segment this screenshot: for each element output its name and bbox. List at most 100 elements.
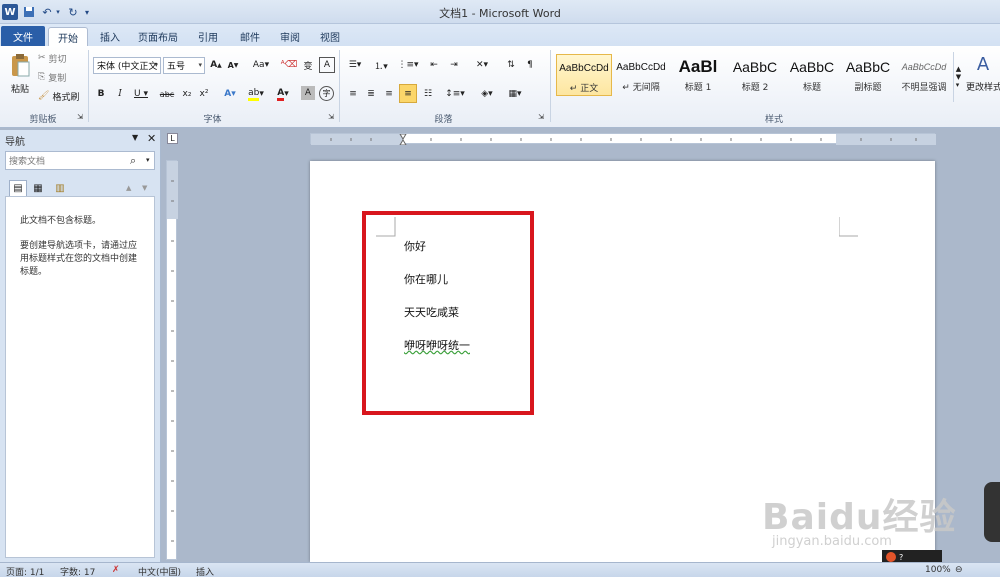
shading-icon[interactable]: ◈▾: [476, 86, 498, 102]
phonetic-guide-icon[interactable]: 变: [300, 57, 316, 73]
align-center-icon[interactable]: ≣: [363, 86, 379, 102]
pages-icon: ▦: [33, 182, 43, 194]
insert-mode[interactable]: 插入: [196, 565, 214, 577]
justify-icon[interactable]: ≡: [399, 84, 417, 103]
numbering-icon[interactable]: ⒈▾: [371, 57, 391, 73]
sort-icon[interactable]: ⇅: [503, 57, 519, 73]
tab-page-layout[interactable]: 页面布局: [134, 27, 182, 46]
nav-menu-icon[interactable]: ▼: [132, 133, 138, 142]
italic-icon[interactable]: I: [114, 86, 126, 102]
results-icon: ▥: [55, 182, 65, 194]
font-launcher-icon[interactable]: ⇲: [327, 112, 335, 122]
cut-button[interactable]: ✂ 剪切: [38, 52, 67, 65]
ime-logo-icon[interactable]: [886, 552, 896, 562]
subscript-icon[interactable]: x₂: [180, 86, 194, 102]
style-subtle-emphasis[interactable]: AaBbCcDd 不明显强调: [896, 54, 952, 96]
font-color-icon[interactable]: A ▾: [272, 86, 294, 102]
enclose-characters-icon[interactable]: 字: [319, 86, 334, 101]
nav-results-panel: 此文档不包含标题。 要创建导航选项卡，请通过应用标题样式在您的文档中创建标题。: [5, 196, 155, 558]
paste-button[interactable]: 粘贴: [6, 82, 34, 95]
shrink-font-icon[interactable]: A ▼: [226, 57, 240, 73]
window-title: 文档1 - Microsoft Word: [439, 7, 561, 20]
chevron-down-icon: ▾: [198, 61, 202, 69]
grow-font-icon[interactable]: A ▲: [209, 57, 223, 73]
copy-button[interactable]: ⎘ 复制: [38, 71, 66, 84]
bold-icon[interactable]: B: [95, 86, 107, 102]
style-normal[interactable]: AaBbCcDd ↵ 正文: [556, 54, 612, 96]
character-shading-icon[interactable]: A: [301, 86, 315, 100]
page-count[interactable]: 页面: 1/1: [6, 565, 44, 577]
style-title[interactable]: AaBbC 标题: [784, 54, 840, 96]
side-widget[interactable]: [984, 482, 1000, 542]
highlight-annotation-box: [362, 211, 534, 415]
close-icon[interactable]: ✕: [147, 132, 156, 145]
change-case-icon[interactable]: Aa▾: [250, 57, 272, 73]
style-heading-2[interactable]: AaBbC 标题 2: [727, 54, 783, 96]
highlight-icon[interactable]: ab ▾: [244, 86, 268, 102]
word-count[interactable]: 字数: 17: [60, 565, 95, 577]
search-options-icon[interactable]: ▾: [146, 156, 150, 164]
headings-icon: ▤: [13, 183, 23, 194]
tab-selector-icon[interactable]: L: [167, 133, 178, 144]
underline-icon[interactable]: U ▾: [131, 86, 151, 102]
chinese-layout-icon[interactable]: ✕▾: [471, 57, 493, 73]
multilevel-list-icon[interactable]: ⋮≡▾: [397, 57, 419, 73]
clear-format-icon[interactable]: ᴬ⌫: [281, 57, 298, 73]
tab-mailings[interactable]: 邮件: [236, 27, 264, 46]
tab-view[interactable]: 视图: [316, 27, 344, 46]
previous-icon[interactable]: ▲: [126, 184, 131, 192]
text-effects-icon[interactable]: A▾: [220, 86, 240, 102]
styles-group-label: 样式: [764, 115, 783, 125]
vertical-ruler[interactable]: [166, 160, 178, 560]
paragraph-launcher-icon[interactable]: ⇲: [537, 112, 545, 122]
font-size-combo[interactable]: 五号 ▾: [163, 57, 205, 74]
tab-headings[interactable]: ▤: [9, 180, 27, 197]
zoom-level[interactable]: 100%: [925, 565, 951, 575]
increase-indent-icon[interactable]: ⇥: [446, 57, 462, 73]
style-heading-1[interactable]: AaBl 标题 1: [670, 54, 726, 96]
tab-insert[interactable]: 插入: [96, 27, 124, 46]
style-no-spacing[interactable]: AaBbCcDd ↵ 无间隔: [613, 54, 669, 96]
ribbon: 粘贴 ✂ 剪切 ⎘ 复制 🖌 格式刷 剪贴板 ⇲ 宋体 (中文正文 ▾ 五号 ▾ A ▲ A…: [0, 46, 1000, 128]
decrease-indent-icon[interactable]: ⇤: [426, 57, 442, 73]
style-subtitle[interactable]: AaBbC 副标题: [840, 54, 896, 96]
tab-pages[interactable]: ▦: [30, 180, 46, 196]
format-painter-button[interactable]: 🖌 格式刷: [38, 90, 79, 103]
change-styles-button[interactable]: 更改样式: [966, 80, 1000, 93]
horizontal-ruler[interactable]: [310, 133, 936, 145]
strikethrough-icon[interactable]: abc: [158, 86, 176, 102]
style-gallery-scroll[interactable]: ▲ ▼ ▾: [953, 52, 963, 102]
nav-empty-message: 此文档不包含标题。: [20, 216, 102, 226]
next-icon[interactable]: ▼: [142, 184, 147, 192]
paste-icon[interactable]: [6, 50, 34, 80]
proofing-icon[interactable]: ✗: [112, 565, 120, 575]
clipboard-launcher-icon[interactable]: ⇲: [76, 112, 84, 122]
navigation-pane: 导航 ▼ ✕ 搜索文档 ⌕ ▾ ▤ ▦ ▥ ▲ ▼ 此文档不包含标题。 要创建导…: [0, 130, 161, 562]
language[interactable]: 中文(中国): [138, 565, 181, 577]
tab-home[interactable]: 开始: [48, 27, 88, 46]
superscript-icon[interactable]: x²: [197, 86, 211, 102]
watermark-brand: Baidu经验: [762, 497, 957, 538]
chevron-down-icon: ▾: [154, 61, 158, 69]
tab-file[interactable]: 文件: [1, 26, 45, 46]
group-divider: [550, 50, 551, 122]
title-bar: W ↶ ▾ ↻ ▾ 文档1 - Microsoft Word: [0, 0, 1000, 24]
font-group-label: 字体: [203, 115, 222, 125]
tab-results[interactable]: ▥: [52, 180, 68, 196]
bullets-icon[interactable]: ☰▾: [345, 57, 365, 73]
zoom-out-icon[interactable]: ⊖: [955, 565, 963, 575]
character-border-icon[interactable]: A: [319, 57, 335, 73]
align-right-icon[interactable]: ≡: [381, 86, 397, 102]
line-spacing-icon[interactable]: ↕≡▾: [444, 86, 466, 102]
borders-icon[interactable]: ▦▾: [504, 86, 526, 102]
tab-references[interactable]: 引用: [194, 27, 222, 46]
tab-review[interactable]: 审阅: [276, 27, 304, 46]
distributed-icon[interactable]: ☷: [420, 86, 436, 102]
show-marks-icon[interactable]: ¶: [523, 57, 537, 73]
change-styles-icon[interactable]: A: [966, 52, 1000, 76]
group-divider: [339, 50, 340, 122]
help-icon[interactable]: ?: [899, 553, 903, 562]
search-icon[interactable]: ⌕: [130, 154, 136, 168]
align-left-icon[interactable]: ≡: [345, 86, 361, 102]
font-name-combo[interactable]: 宋体 (中文正文 ▾: [93, 57, 161, 74]
